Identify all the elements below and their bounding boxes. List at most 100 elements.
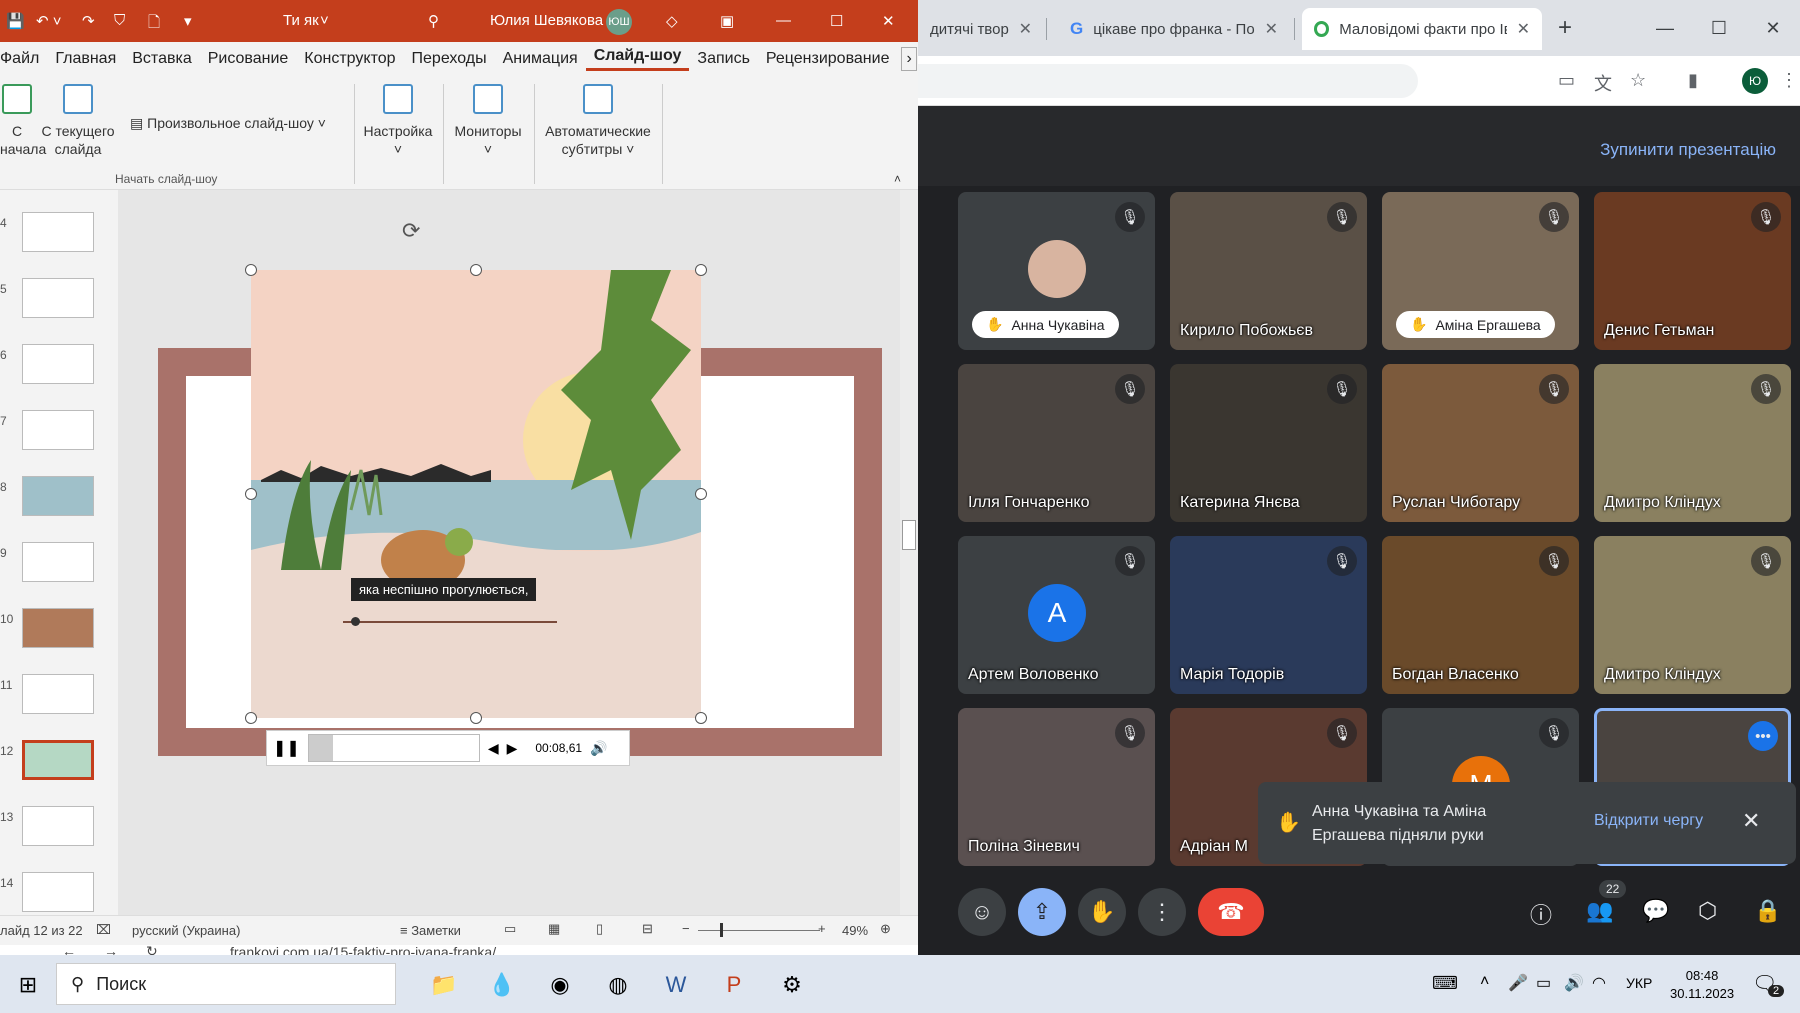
custom-show-button[interactable]: ▤ Произвольное слайд-шоу ˅: [130, 114, 326, 132]
slideshow-view-icon[interactable]: ⊟: [642, 921, 653, 937]
tab-transitions[interactable]: Переходы: [404, 50, 495, 68]
resize-handle[interactable]: [470, 712, 482, 724]
tab-insert[interactable]: Вставка: [124, 50, 199, 68]
resize-handle[interactable]: [245, 264, 257, 276]
from-current-button[interactable]: С текущего слайда: [40, 84, 116, 158]
input-language[interactable]: УКР: [1626, 975, 1652, 991]
clock[interactable]: 08:48 30.11.2023: [1670, 967, 1734, 1003]
chrome-profile-icon[interactable]: ◍: [600, 967, 636, 1003]
normal-view-icon[interactable]: ▭: [504, 921, 516, 937]
tab-slideshow[interactable]: Слайд-шоу: [585, 47, 690, 71]
zoom-slider-thumb[interactable]: [720, 923, 723, 937]
tab-design[interactable]: Конструктор: [296, 50, 403, 68]
auto-subtitles-button[interactable]: Автоматические субтитры ˅: [540, 84, 656, 158]
more-options-button[interactable]: ⋮: [1138, 888, 1186, 936]
leave-call-button[interactable]: ☎: [1198, 888, 1264, 936]
chevron-up-icon[interactable]: ˄: [1480, 973, 1489, 991]
chrome-tab-1[interactable]: дитячі твори ✕: [918, 8, 1044, 50]
minimize-icon[interactable]: —: [776, 12, 791, 29]
skip-back-icon[interactable]: ◀: [488, 740, 499, 757]
slide-thumbnail[interactable]: [22, 608, 94, 648]
battery-icon[interactable]: ▭: [1536, 973, 1551, 993]
volume-icon[interactable]: 🔊: [1564, 973, 1584, 993]
resize-handle[interactable]: [695, 712, 707, 724]
notes-button[interactable]: ≡ Заметки: [400, 923, 461, 938]
participant-tile[interactable]: 🎙 ✋ Аміна Ергашева: [1382, 192, 1579, 350]
zoom-slider[interactable]: [698, 930, 820, 931]
profile-avatar[interactable]: Ю: [1742, 68, 1768, 94]
participant-tile[interactable]: 🎙 Денис Гетьман: [1594, 192, 1791, 350]
close-icon[interactable]: ✕: [1517, 19, 1530, 39]
participant-tile[interactable]: 🎙 Ілля Гончаренко: [958, 364, 1155, 522]
microphone-icon[interactable]: 🎤: [1508, 973, 1528, 993]
format-painter-icon[interactable]: ⛉: [114, 12, 125, 29]
participant-tile[interactable]: 🎙 Поліна Зіневич: [958, 708, 1155, 866]
slide-thumbnail[interactable]: [22, 806, 94, 846]
scrollbar-thumb[interactable]: [902, 520, 916, 550]
resize-handle[interactable]: [695, 488, 707, 500]
star-icon[interactable]: ☆: [1630, 70, 1646, 91]
settings-gear-icon[interactable]: ⚙: [774, 967, 810, 1003]
zoom-in-icon[interactable]: +: [818, 921, 826, 936]
paint-icon[interactable]: 💧: [484, 967, 520, 1003]
word-icon[interactable]: W: [658, 967, 694, 1003]
close-icon[interactable]: ✕: [1265, 19, 1278, 39]
document-title[interactable]: Ти як: [283, 12, 319, 29]
slide-thumbnail[interactable]: [22, 542, 94, 582]
undo-icon[interactable]: ↶ ˅: [36, 12, 62, 30]
menu-dots-icon[interactable]: ⋮: [1780, 70, 1798, 91]
slide-thumbnail[interactable]: [22, 410, 94, 450]
participant-tile[interactable]: 🎙 ✋ Анна Чукавіна: [958, 192, 1155, 350]
accessibility-icon[interactable]: ⌧: [96, 922, 111, 938]
close-icon[interactable]: ✕: [1019, 19, 1032, 39]
tab-animations[interactable]: Анимация: [495, 50, 586, 68]
zoom-out-icon[interactable]: −: [682, 921, 690, 936]
maximize-icon[interactable]: ☐: [830, 12, 843, 30]
resize-handle[interactable]: [245, 712, 257, 724]
new-tab-icon[interactable]: +: [1558, 14, 1572, 42]
minimize-icon[interactable]: —: [1638, 0, 1692, 56]
participant-tile[interactable]: 🎙 Дмитро Кліндух: [1594, 536, 1791, 694]
tab-review[interactable]: Рецензирование: [758, 50, 898, 68]
keyboard-icon[interactable]: ⌨: [1432, 973, 1458, 994]
video-frame[interactable]: яка неспішно прогулюється,: [251, 270, 701, 718]
resize-handle[interactable]: [470, 264, 482, 276]
tab-record[interactable]: Запись: [689, 50, 758, 68]
slide-thumbnail[interactable]: [22, 476, 94, 516]
wifi-icon[interactable]: ◠: [1592, 973, 1606, 993]
participant-tile[interactable]: A 🎙 Артем Воловенко: [958, 536, 1155, 694]
file-explorer-icon[interactable]: 📁: [426, 967, 462, 1003]
ribbon-display-icon[interactable]: ▣: [720, 12, 734, 30]
search-icon[interactable]: ⚲: [428, 12, 439, 30]
participant-tile[interactable]: 🎙 Катерина Янєва: [1170, 364, 1367, 522]
info-icon[interactable]: ⓘ: [1530, 898, 1552, 930]
participant-tile[interactable]: 🎙 Руслан Чиботару: [1382, 364, 1579, 522]
close-icon[interactable]: ✕: [1742, 808, 1760, 834]
tab-file[interactable]: Файл: [0, 50, 47, 68]
collapse-ribbon-icon[interactable]: ˄: [894, 172, 901, 186]
people-icon[interactable]: 👥: [1586, 898, 1613, 924]
emoji-button[interactable]: ☺: [958, 888, 1006, 936]
volume-icon[interactable]: 🔊: [590, 740, 607, 757]
stop-presenting-button[interactable]: Зупинити презентацію: [1600, 140, 1776, 160]
slide-thumbnail[interactable]: [22, 872, 94, 912]
activities-icon[interactable]: ⬡: [1698, 898, 1717, 924]
slide-thumbnail[interactable]: [22, 212, 94, 252]
customize-qat-icon[interactable]: ▾: [184, 12, 192, 30]
premium-diamond-icon[interactable]: ◇: [666, 12, 678, 30]
translate-icon[interactable]: 文: [1594, 70, 1612, 96]
slide-thumbnail[interactable]: [22, 674, 94, 714]
chrome-icon[interactable]: ◉: [542, 967, 578, 1003]
new-file-icon[interactable]: 🗋: [148, 12, 160, 37]
resize-handle[interactable]: [695, 264, 707, 276]
redo-icon[interactable]: ↷: [82, 12, 95, 30]
chrome-tab-3[interactable]: Маловідомі факти про Іва ✕: [1302, 8, 1542, 50]
close-icon[interactable]: ✕: [1746, 0, 1800, 56]
seek-bar[interactable]: [307, 734, 480, 762]
fit-slide-icon[interactable]: ⊕: [880, 921, 891, 937]
participant-tile[interactable]: 🎙 Кирило Побожьєв: [1170, 192, 1367, 350]
zoom-level[interactable]: 49%: [842, 923, 868, 938]
language-indicator[interactable]: русский (Украина): [132, 923, 240, 938]
taskbar-search[interactable]: ⚲ Поиск: [56, 963, 396, 1005]
slide-thumbnail[interactable]: [22, 344, 94, 384]
